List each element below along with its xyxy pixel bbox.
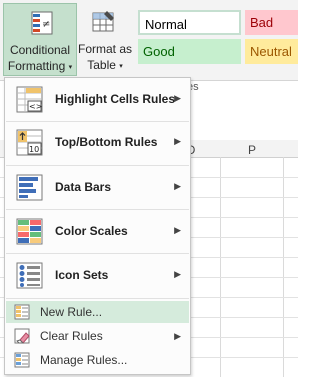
menu-item-label: Top/Bottom Rules: [55, 135, 158, 149]
menu-item-label: Highlight Cells Rules: [55, 92, 176, 106]
menu-separator: [6, 253, 189, 254]
chevron-down-icon: ▾: [68, 63, 73, 71]
submenu-arrow-icon: ▶: [174, 136, 181, 146]
format-as-table-label-line1: Format as: [78, 42, 133, 56]
conditional-formatting-label-line2: Formatting: [7, 59, 66, 73]
icon-sets-icon: [16, 262, 43, 289]
conditional-formatting-button[interactable]: ≠ Conditional Formatting ▾: [3, 3, 77, 76]
menu-item-label: Manage Rules...: [40, 353, 128, 367]
conditional-formatting-menu: <> Highlight Cells Rules ▶ 10 Top/Bottom…: [4, 77, 191, 375]
data-bars-icon: [16, 174, 43, 201]
top-bottom-icon: 10: [16, 129, 43, 156]
menu-item-manage-rules[interactable]: Manage Rules...: [6, 349, 189, 371]
new-rule-icon: [14, 304, 30, 320]
conditional-formatting-label-line2-wrap: Formatting ▾: [4, 59, 76, 73]
style-bad[interactable]: Bad: [245, 10, 298, 35]
menu-separator: [6, 209, 189, 210]
style-normal[interactable]: Normal: [138, 10, 241, 35]
color-scales-icon: [16, 218, 43, 245]
style-good[interactable]: Good: [138, 39, 241, 64]
submenu-arrow-icon: ▶: [174, 93, 181, 103]
menu-item-icon-sets[interactable]: Icon Sets ▶: [6, 255, 189, 295]
ribbon: ≠ Conditional Formatting ▾ Format as Tab…: [0, 0, 298, 81]
manage-rules-icon: [14, 352, 30, 368]
grid-line: [220, 157, 221, 377]
menu-item-label: Color Scales: [55, 224, 128, 238]
menu-separator: [6, 165, 189, 166]
chevron-down-icon: ▾: [119, 62, 123, 70]
format-as-table-label-line2: Table: [87, 58, 116, 72]
menu-item-data-bars[interactable]: Data Bars ▶: [6, 167, 189, 207]
submenu-arrow-icon: ▶: [174, 181, 181, 191]
menu-item-highlight-cells-rules[interactable]: <> Highlight Cells Rules ▶: [6, 79, 189, 119]
submenu-arrow-icon: ▶: [174, 331, 181, 341]
menu-item-label: Clear Rules: [40, 329, 103, 343]
column-header-p[interactable]: P: [248, 143, 256, 157]
menu-item-label: Data Bars: [55, 180, 112, 194]
submenu-arrow-icon: ▶: [174, 225, 181, 235]
highlight-cells-icon: <>: [16, 86, 43, 113]
menu-item-clear-rules[interactable]: Clear Rules ▶: [6, 325, 189, 347]
format-as-table-button[interactable]: Format as Table ▾: [78, 3, 132, 76]
conditional-formatting-icon: ≠: [31, 11, 53, 35]
menu-separator: [6, 298, 189, 299]
svg-text:10: 10: [29, 145, 39, 154]
clear-rules-icon: [14, 328, 30, 344]
svg-text:<>: <>: [29, 102, 42, 111]
style-neutral[interactable]: Neutral: [245, 39, 298, 64]
grid-line: [283, 157, 284, 377]
svg-text:≠: ≠: [42, 19, 50, 30]
menu-item-label: Icon Sets: [55, 268, 109, 282]
submenu-arrow-icon: ▶: [174, 269, 181, 279]
menu-item-label: New Rule...: [40, 305, 103, 319]
conditional-formatting-label-line1: Conditional: [9, 43, 71, 57]
format-as-table-icon: [92, 11, 114, 32]
menu-item-color-scales[interactable]: Color Scales ▶: [6, 211, 189, 251]
format-as-table-label-line2-wrap: Table ▾: [78, 58, 132, 72]
menu-item-top-bottom-rules[interactable]: 10 Top/Bottom Rules ▶: [6, 122, 189, 162]
menu-item-new-rule[interactable]: New Rule...: [6, 301, 189, 323]
